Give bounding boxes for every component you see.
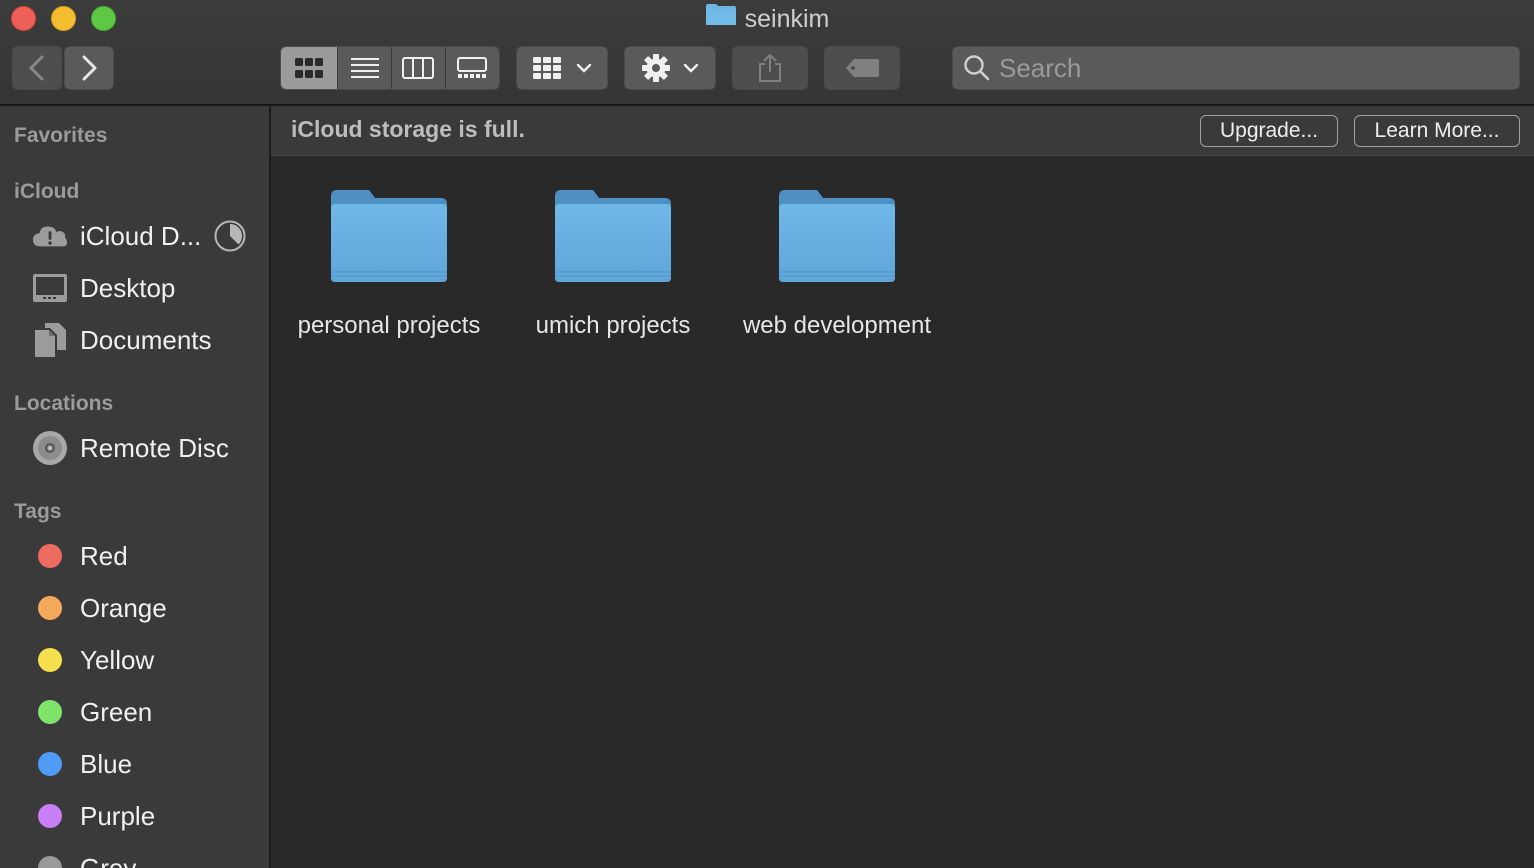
- tag-color-dot: [38, 596, 62, 620]
- sidebar-section-locations: Locations: [14, 392, 114, 415]
- search-input[interactable]: [999, 52, 1499, 84]
- share-button[interactable]: [732, 46, 808, 90]
- sidebar-item-tag-orange[interactable]: Orange: [0, 586, 269, 630]
- sidebar-section-favorites: Favorites: [14, 124, 108, 147]
- sidebar-item-tag-green[interactable]: Green: [0, 690, 269, 734]
- folder-icon: [777, 186, 897, 284]
- window-title: seinkim: [0, 3, 1534, 35]
- sidebar-item-tag-yellow[interactable]: Yellow: [0, 638, 269, 682]
- icloud-storage-banner: iCloud storage is full. Upgrade... Learn…: [271, 106, 1534, 156]
- sidebar-item-tag-grey[interactable]: Grey: [0, 846, 269, 868]
- folder-icon: [705, 2, 737, 34]
- sidebar-item-tag-blue[interactable]: Blue: [0, 742, 269, 786]
- share-icon: [759, 53, 781, 82]
- sidebar-item-tag-purple[interactable]: Purple: [0, 794, 269, 838]
- sidebar-item-documents[interactable]: Documents: [0, 318, 269, 362]
- storage-progress-icon: [214, 220, 246, 252]
- disc-icon: [32, 430, 68, 466]
- action-menu-button[interactable]: [624, 46, 716, 90]
- tag-icon: [846, 59, 879, 77]
- sidebar-section-tags: Tags: [14, 500, 62, 523]
- folder-item[interactable]: personal projects: [277, 186, 501, 340]
- view-mode-control: [280, 46, 500, 90]
- sidebar-item-label: Grey: [80, 852, 137, 868]
- tag-color-dot: [38, 856, 62, 868]
- sidebar-item-label: Purple: [80, 800, 156, 831]
- desktop-icon: [32, 270, 68, 306]
- icloud-drive-warning-icon: [32, 218, 68, 254]
- search-icon: [964, 55, 990, 81]
- folder-name: personal projects: [297, 312, 481, 339]
- chevron-right-icon: [82, 55, 97, 81]
- group-by-button[interactable]: [516, 46, 608, 90]
- sidebar-item-label: Blue: [80, 748, 133, 779]
- folder-icon: [553, 186, 673, 284]
- group-icon: [533, 57, 561, 79]
- folder-name: web development: [742, 312, 932, 339]
- tag-color-dot: [38, 544, 62, 568]
- learn-more-button[interactable]: Learn More...: [1354, 115, 1520, 147]
- sidebar-item-label: Documents: [80, 324, 212, 355]
- sidebar: Favorites iCloud iCloud D... Desktop Doc…: [0, 106, 270, 868]
- sidebar-item-label: Orange: [80, 592, 167, 623]
- sidebar-item-remote-disc[interactable]: Remote Disc: [0, 426, 269, 470]
- sidebar-item-label: iCloud D...: [80, 220, 202, 251]
- tag-color-dot: [38, 752, 62, 776]
- column-view-button[interactable]: [391, 47, 446, 89]
- search-field[interactable]: [952, 46, 1520, 90]
- chevron-left-icon: [29, 55, 44, 81]
- sidebar-item-label: Desktop: [80, 272, 176, 303]
- upgrade-button[interactable]: Upgrade...: [1200, 115, 1338, 147]
- chevron-down-icon: [683, 63, 699, 73]
- sidebar-item-icloud-drive[interactable]: iCloud D...: [0, 214, 269, 258]
- sidebar-section-icloud: iCloud: [14, 180, 80, 203]
- gallery-view-icon: [457, 57, 488, 78]
- tag-color-dot: [38, 648, 62, 672]
- gear-icon: [642, 54, 670, 82]
- sidebar-item-tag-red[interactable]: Red: [0, 534, 269, 578]
- tag-color-dot: [38, 804, 62, 828]
- file-browser: iCloud storage is full. Upgrade... Learn…: [271, 106, 1534, 868]
- folder-icon: [329, 186, 449, 284]
- gallery-view-button[interactable]: [445, 47, 499, 89]
- tag-color-dot: [38, 700, 62, 724]
- icon-view-icon: [295, 58, 324, 78]
- back-button[interactable]: [12, 46, 62, 90]
- edit-tags-button[interactable]: [824, 46, 900, 90]
- sidebar-item-label: Green: [80, 696, 153, 727]
- toolbar: seinkim: [0, 0, 1534, 105]
- documents-icon: [32, 322, 68, 358]
- window-title-text: seinkim: [744, 5, 830, 33]
- storage-full-message: iCloud storage is full.: [291, 116, 525, 142]
- sidebar-item-label: Red: [80, 540, 128, 571]
- icon-view-button[interactable]: [281, 47, 339, 89]
- list-view-button[interactable]: [338, 47, 392, 89]
- folder-name: umich projects: [535, 312, 691, 339]
- column-view-icon: [402, 57, 435, 79]
- folder-item[interactable]: web development: [725, 186, 949, 340]
- chevron-down-icon: [576, 63, 592, 73]
- sidebar-item-desktop[interactable]: Desktop: [0, 266, 269, 310]
- folder-item[interactable]: umich projects: [501, 186, 725, 340]
- sidebar-item-label: Yellow: [80, 644, 155, 675]
- list-view-icon: [350, 58, 379, 78]
- sidebar-item-label: Remote Disc: [80, 432, 229, 463]
- forward-button[interactable]: [64, 46, 114, 90]
